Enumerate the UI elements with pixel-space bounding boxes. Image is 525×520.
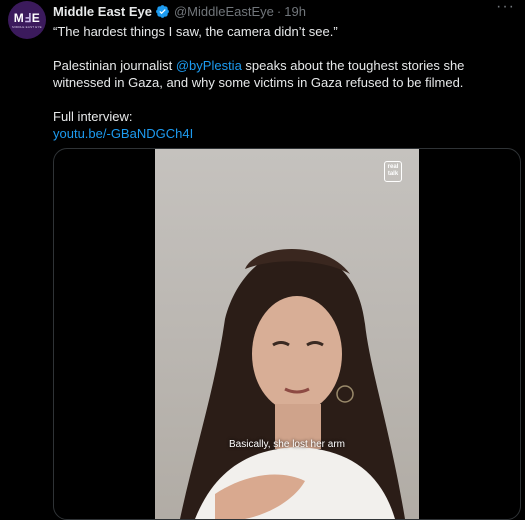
tweet-body-prefix: Palestinian journalist — [53, 58, 176, 73]
more-options-icon[interactable]: ··· — [496, 0, 515, 15]
separator-dot: · — [276, 3, 282, 19]
tweet-header: Middle East Eye @MiddleEastEye · 19h — [53, 2, 306, 20]
channel-badge-icon: real talk — [384, 161, 402, 182]
channel-badge-bottom: talk — [387, 171, 399, 177]
mention-link[interactable]: @byPlestia — [176, 58, 242, 73]
interview-label: Full interview: — [53, 109, 133, 124]
channel-badge-top: real — [387, 164, 399, 170]
tweet-quote: “The hardest things I saw, the camera di… — [53, 24, 338, 39]
verified-badge-icon[interactable] — [155, 4, 170, 19]
account-name[interactable]: Middle East Eye — [53, 4, 152, 19]
post-time[interactable]: 19h — [284, 4, 306, 19]
video-frame[interactable]: real talk Basically, she lost her arm — [155, 149, 419, 519]
tweet-text: “The hardest things I saw, the camera di… — [53, 23, 498, 142]
avatar-logo: MℲE — [13, 10, 41, 25]
avatar[interactable]: MℲE MIDDLE EAST EYE — [8, 1, 46, 39]
account-handle[interactable]: @MiddleEastEye — [174, 4, 274, 19]
video-portrait — [180, 249, 405, 519]
video-player[interactable]: real talk Basically, she lost her arm — [53, 148, 521, 520]
avatar-tagline: MIDDLE EAST EYE — [12, 24, 42, 29]
video-subtitle: Basically, she lost her arm — [229, 439, 345, 450]
tweet-body: Palestinian journalist @byPlestia speaks… — [53, 57, 498, 91]
interview-link[interactable]: youtu.be/-GBaNDGCh4I — [53, 126, 193, 141]
